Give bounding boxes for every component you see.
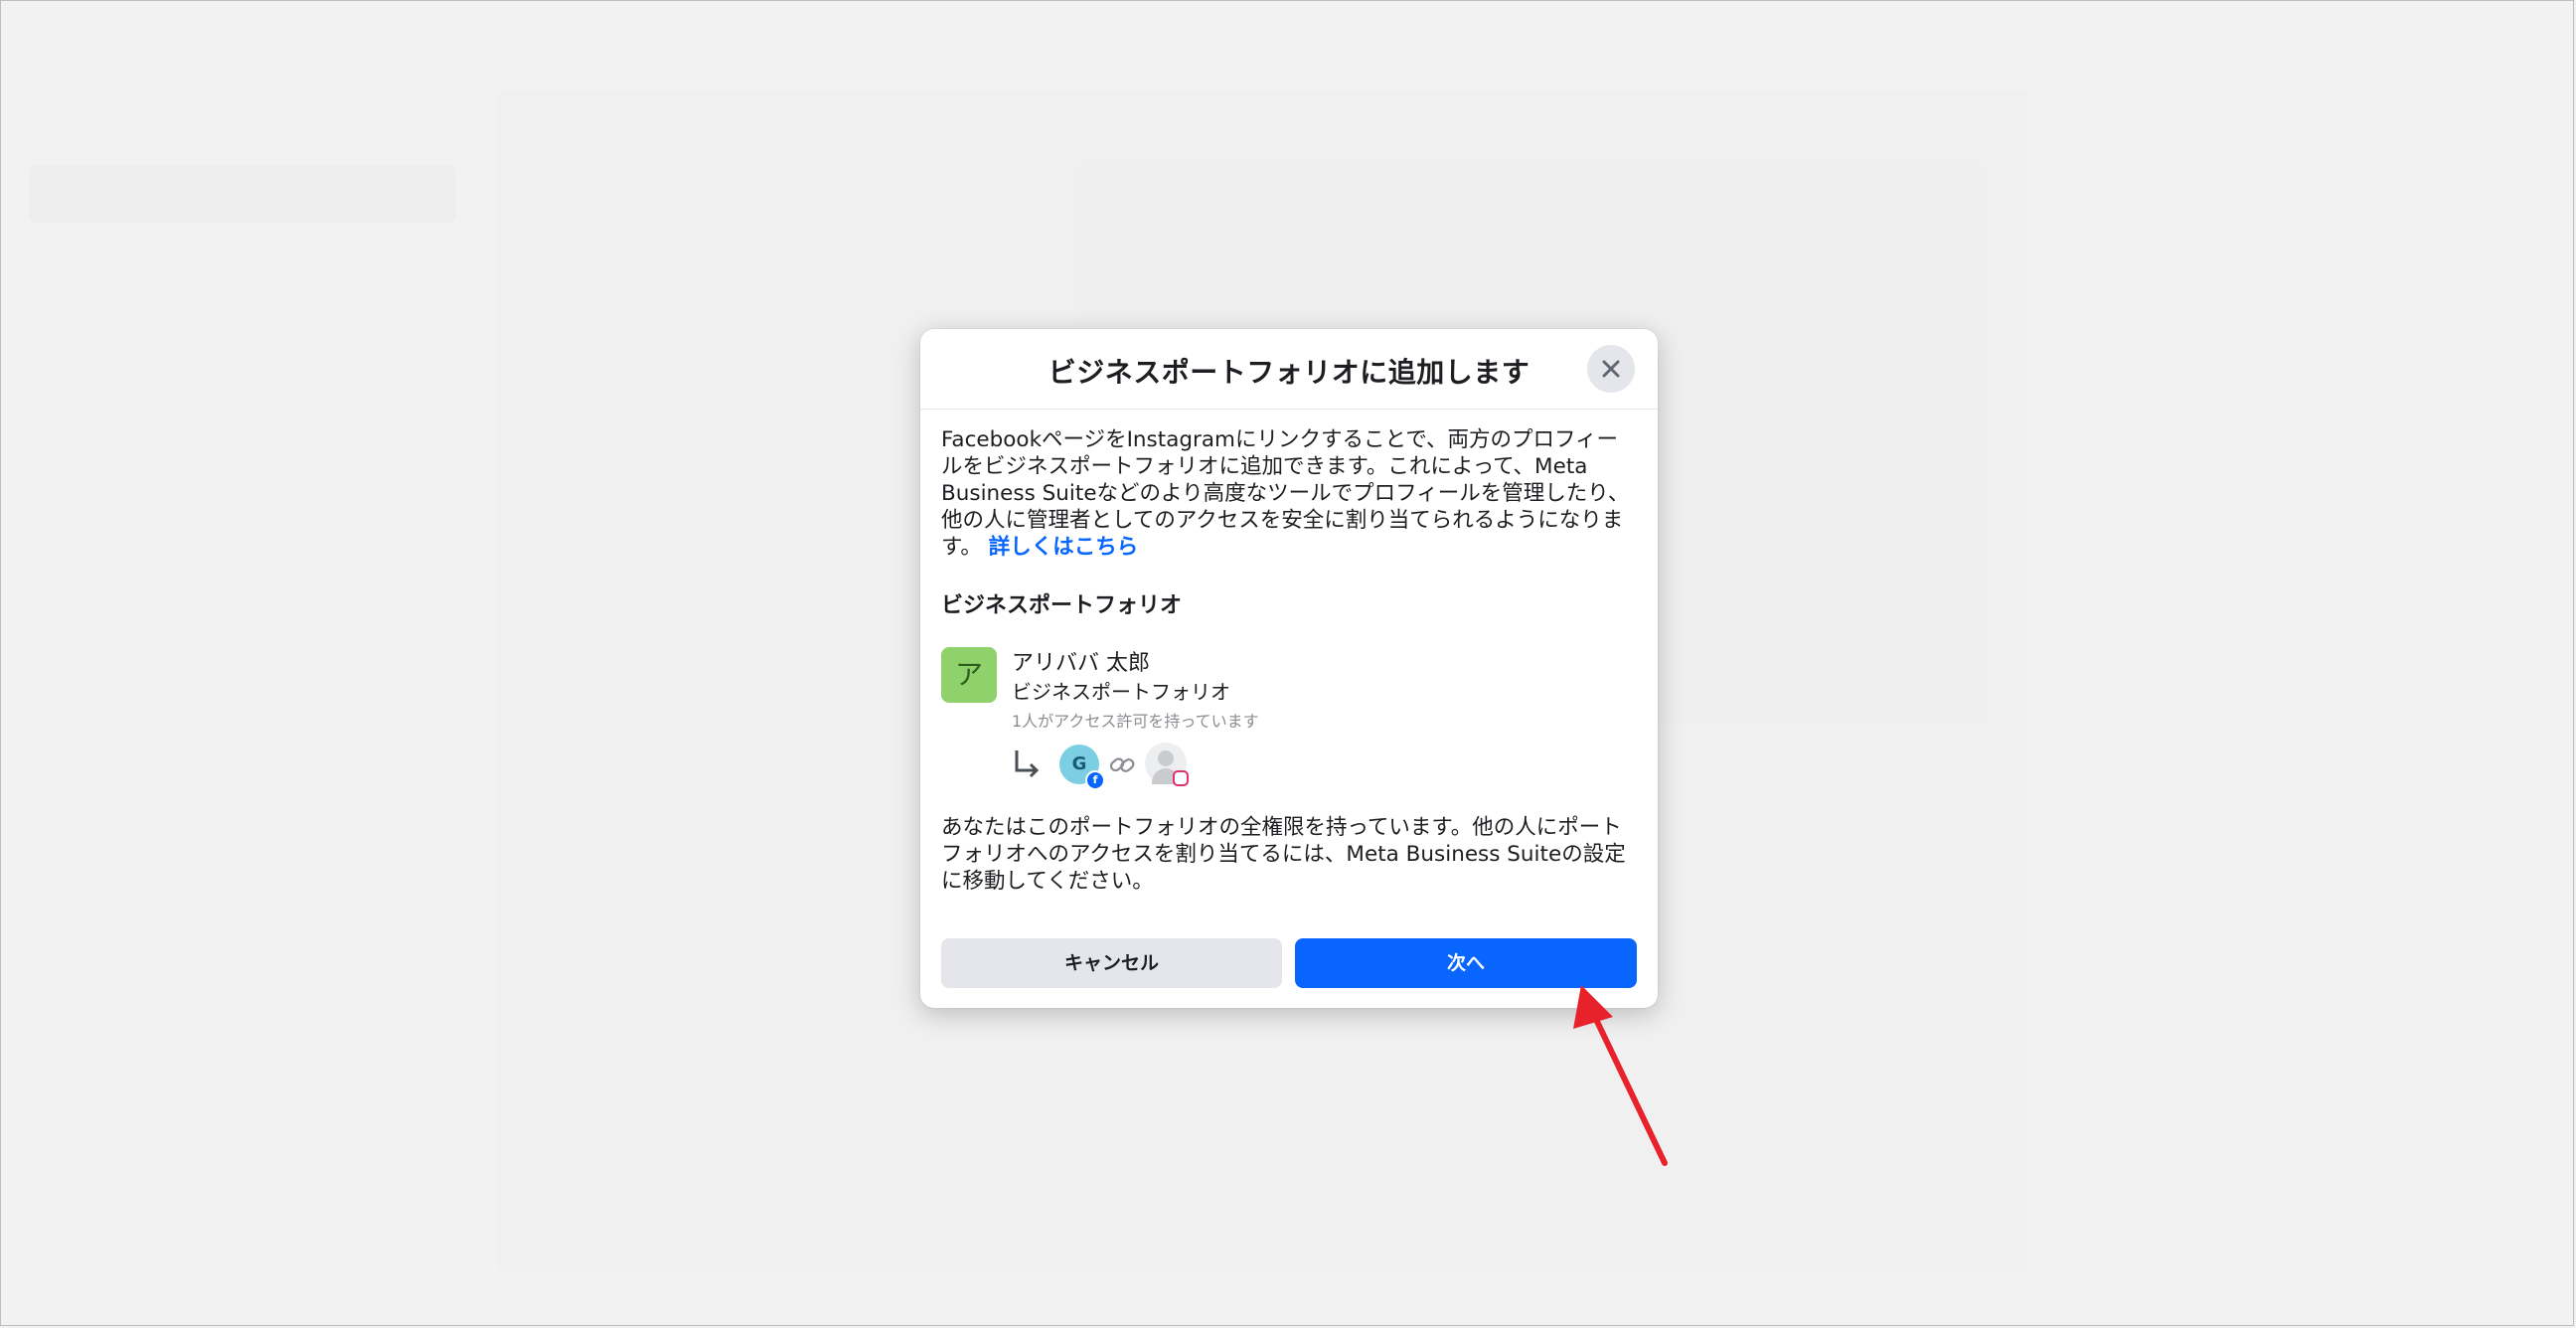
dialog-description: FacebookページをInstagramにリンクすることで、両方のプロフィール… [941,426,1637,561]
portfolio-access-info: 1人がアクセス許可を持っています [1012,712,1259,731]
add-to-business-portfolio-dialog: ビジネスポートフォリオに追加します FacebookページをInstagramに… [920,329,1658,1008]
instagram-account-asset [1145,743,1189,786]
facebook-badge-icon: f [1085,770,1105,790]
profile-placeholder-head [1158,750,1174,766]
instagram-badge-icon [1173,770,1189,786]
portfolio-type: ビジネスポートフォリオ [1012,680,1230,704]
dialog-title: ビジネスポートフォリオに追加します [1047,356,1530,389]
section-heading: ビジネスポートフォリオ [941,593,1183,618]
portfolio-name: アリババ 太郎 [1012,651,1150,676]
link-icon [1109,757,1135,772]
facebook-asset-initial: G [1071,753,1087,774]
portfolio-avatar: ア [941,647,997,703]
full-permission-notice: あなたはこのポートフォリオの全権限を持っています。他の人にポートフォリオへのアク… [941,815,1626,894]
background-placeholder [29,165,456,223]
facebook-page-asset: G f [1059,745,1105,790]
close-icon [1602,360,1620,378]
branch-arrow-icon [1015,750,1040,778]
dialog-header: ビジネスポートフォリオに追加します [920,329,1658,410]
cancel-button[interactable]: キャンセル [941,938,1282,988]
red-arrow-icon [1573,985,1668,1166]
learn-more-link[interactable]: 詳しくはこちら [989,535,1139,560]
close-button[interactable] [1587,345,1635,393]
